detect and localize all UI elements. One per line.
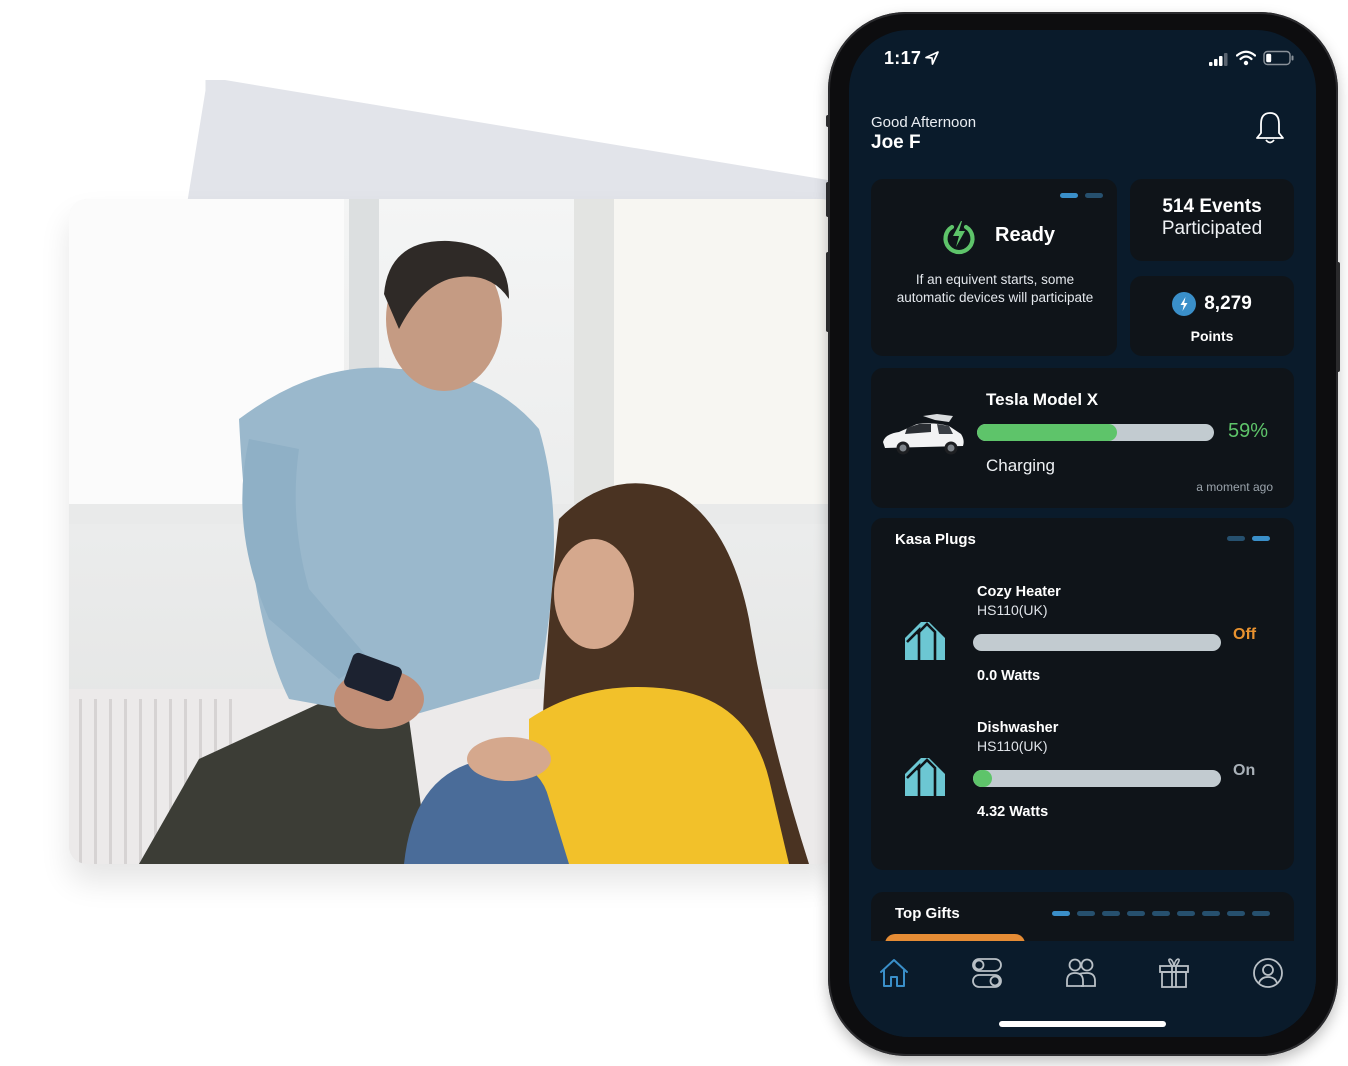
kasa-plug-icon <box>905 758 945 796</box>
window-frame-right <box>574 199 614 509</box>
ready-title: Ready <box>995 224 1056 246</box>
pager-dot-active[interactable] <box>1052 911 1070 916</box>
toggles-icon[interactable] <box>971 957 1003 989</box>
pager-dot[interactable] <box>1202 911 1220 916</box>
charge-progress-fill <box>977 424 1117 441</box>
window-right <box>614 199 839 509</box>
points-label: Points <box>1190 328 1234 344</box>
events-label: Participated <box>1161 218 1263 239</box>
lifestyle-photo <box>69 199 839 864</box>
vehicle-updated-time: a moment ago <box>1196 480 1273 494</box>
pager-dot-active[interactable] <box>1252 536 1270 541</box>
kasa-plug-icon <box>905 622 945 660</box>
cellular-signal-icon <box>1209 53 1228 66</box>
kasa-title: Kasa Plugs <box>895 531 976 548</box>
plug-usage-bar <box>973 634 1221 651</box>
charge-progress-bar <box>977 424 1214 441</box>
user-name: Joe F <box>871 132 921 153</box>
vehicle-card[interactable]: Tesla Model X 59% Charging a moment ago <box>871 368 1294 508</box>
photo-illustration <box>69 199 839 864</box>
wifi-icon <box>1236 50 1256 66</box>
phone-power-button <box>1336 262 1340 372</box>
plug-state-off[interactable]: Off <box>1233 626 1256 644</box>
pager-dot[interactable] <box>1102 911 1120 916</box>
kasa-plugs-card: Kasa Plugs Cozy Heater HS110(UK) Off 0.0… <box>871 518 1294 870</box>
woman-face <box>554 539 634 649</box>
home-indicator[interactable] <box>999 1021 1166 1027</box>
ready-pager <box>1060 193 1103 198</box>
points-card[interactable]: 8,279 Points <box>1130 276 1294 356</box>
plug-item-cozy-heater[interactable]: Cozy Heater HS110(UK) Off 0.0 Watts <box>871 584 1294 704</box>
pager-dot-active[interactable] <box>1060 193 1078 198</box>
pager-dot[interactable] <box>1177 911 1195 916</box>
profile-icon[interactable] <box>1252 957 1284 989</box>
phone-volume-down <box>826 252 830 332</box>
phone-volume-up <box>826 182 830 217</box>
ready-description: If an equivent starts, some automatic de… <box>896 272 1094 305</box>
points-value: 8,279 <box>1204 293 1252 314</box>
pager-dot[interactable] <box>1127 911 1145 916</box>
plug-model: HS110(UK) <box>977 738 1048 754</box>
greeting-text: Good Afternoon <box>871 114 977 131</box>
points-bolt-icon <box>1172 292 1197 316</box>
plug-name: Cozy Heater <box>977 584 1061 600</box>
gifts-pager <box>1052 911 1270 916</box>
vehicle-name: Tesla Model X <box>986 390 1099 409</box>
plug-state-on[interactable]: On <box>1233 762 1255 780</box>
plug-watts: 0.0 Watts <box>977 668 1041 684</box>
points-row: 8,279 <box>1130 292 1294 316</box>
charge-percent: 59% <box>1228 420 1269 442</box>
car-image <box>883 414 964 455</box>
status-time: 1:17 <box>884 48 922 68</box>
pager-dot[interactable] <box>1227 911 1245 916</box>
pager-dot[interactable] <box>1227 536 1245 541</box>
events-count: 514 Events <box>1162 196 1262 217</box>
power-bolt-icon <box>943 221 975 255</box>
phone-side-button <box>826 115 830 127</box>
people-icon[interactable] <box>1065 957 1097 989</box>
plug-model: HS110(UK) <box>977 602 1048 618</box>
location-arrow-icon <box>925 51 939 65</box>
app-screen: 1:17 Good Afternoon Joe F Ready If an eq… <box>849 30 1316 1037</box>
home-icon[interactable] <box>878 957 910 989</box>
status-bar: 1:17 <box>849 30 1316 90</box>
battery-icon <box>1263 50 1294 66</box>
pager-dot[interactable] <box>1252 911 1270 916</box>
pager-dot[interactable] <box>1152 911 1170 916</box>
plug-usage-bar <box>973 770 1221 787</box>
phone-mockup: 1:17 Good Afternoon Joe F Ready If an eq… <box>826 12 1340 1056</box>
notifications-bell-icon[interactable] <box>1253 110 1287 146</box>
pager-dot[interactable] <box>1077 911 1095 916</box>
woman-hands <box>467 737 551 781</box>
pager-dot[interactable] <box>1085 193 1103 198</box>
background-shape <box>186 80 836 210</box>
events-participated-card[interactable]: 514 Events Participated <box>1130 179 1294 261</box>
kasa-pager <box>1227 536 1270 541</box>
plug-usage-indicator <box>973 770 992 787</box>
gift-icon[interactable] <box>1158 957 1190 989</box>
ready-status-card[interactable]: Ready If an equivent starts, some automa… <box>871 179 1117 356</box>
charge-status: Charging <box>986 456 1055 475</box>
plug-name: Dishwasher <box>977 720 1059 736</box>
gifts-title: Top Gifts <box>895 905 960 922</box>
plug-item-dishwasher[interactable]: Dishwasher HS110(UK) On 4.32 Watts <box>871 720 1294 840</box>
plug-watts: 4.32 Watts <box>977 804 1049 820</box>
